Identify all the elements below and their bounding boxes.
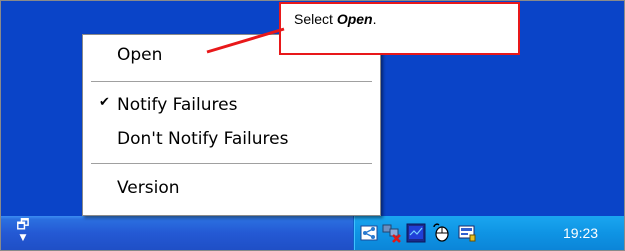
- menu-item-version[interactable]: Version: [83, 177, 380, 201]
- menu-item-version-label: Version: [117, 178, 180, 198]
- menu-item-dont-notify-failures[interactable]: Don't Notify Failures: [83, 128, 380, 152]
- menu-separator: [91, 163, 372, 165]
- network-icon[interactable]: [360, 224, 378, 242]
- callout-suffix: .: [372, 11, 377, 27]
- instruction-callout: Select Open.: [279, 2, 520, 55]
- taskbar: 🗗 ▼ 19:23: [1, 216, 624, 250]
- clock[interactable]: 19:23: [563, 225, 598, 241]
- checkmark-icon: ✔: [99, 95, 110, 110]
- network-disconnected-icon[interactable]: [382, 223, 402, 243]
- monitor-icon[interactable]: [406, 223, 426, 243]
- system-tray: 19:23: [353, 216, 624, 250]
- context-menu: Open ✔ Notify Failures Don't Notify Fail…: [82, 34, 381, 216]
- callout-prefix: Select: [294, 11, 337, 27]
- menu-item-open-label: Open: [117, 45, 163, 65]
- callout-emphasis: Open: [336, 11, 373, 27]
- screenshot-frame: 🗗 ▼ 19:23 Open ✔ Notify Failures Don't N…: [0, 0, 625, 251]
- status-app-icon[interactable]: [458, 224, 476, 242]
- callout-text: Select Open.: [294, 11, 376, 27]
- menu-item-dont-notify-failures-label: Don't Notify Failures: [117, 129, 289, 149]
- menu-separator: [91, 81, 372, 83]
- mouse-icon[interactable]: [431, 222, 451, 242]
- window-stack-icon[interactable]: 🗗 ▼: [9, 218, 37, 248]
- menu-item-notify-failures[interactable]: ✔ Notify Failures: [83, 94, 380, 118]
- menu-item-notify-failures-label: Notify Failures: [117, 95, 238, 115]
